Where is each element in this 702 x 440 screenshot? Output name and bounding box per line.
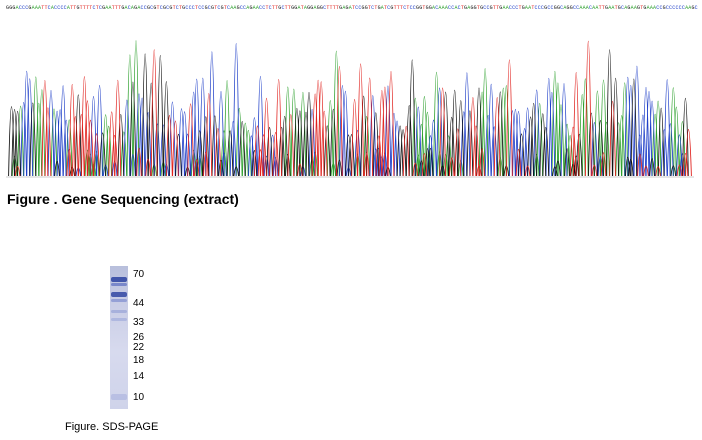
trace-peak bbox=[232, 43, 240, 177]
gel-band bbox=[111, 283, 127, 286]
gel-band bbox=[111, 318, 127, 321]
mw-marker-label: 26 bbox=[133, 331, 145, 343]
mw-marker-label: 70 bbox=[133, 269, 145, 280]
trace-peak bbox=[387, 71, 395, 177]
trace-peak bbox=[90, 96, 97, 177]
mw-marker-label: 44 bbox=[133, 298, 145, 310]
trace-peak bbox=[208, 51, 216, 177]
trace-peak bbox=[263, 98, 270, 177]
gel-band bbox=[111, 310, 127, 313]
trace-peak bbox=[257, 76, 264, 177]
figure-caption-gene-sequencing: Figure . Gene Sequencing (extract) bbox=[7, 191, 239, 207]
mw-marker-label: 22 bbox=[133, 342, 145, 354]
gel-band bbox=[111, 292, 127, 297]
trace-peak bbox=[506, 59, 513, 177]
trace-peak bbox=[487, 83, 495, 177]
base-call-sequence: GGGACCCGAAATTCACCCCATTGTTTTCTCGAATTTGACA… bbox=[6, 5, 698, 11]
mw-marker-label: 10 bbox=[133, 392, 145, 403]
sds-page-gel-lane bbox=[110, 266, 128, 409]
trace-peak bbox=[114, 80, 122, 177]
trace-peak bbox=[96, 84, 103, 177]
mw-marker-label: 14 bbox=[133, 370, 145, 382]
mw-marker-label: 18 bbox=[133, 354, 145, 366]
trace-A bbox=[11, 40, 686, 177]
figure-caption-sds-page: Figure. SDS-PAGE bbox=[65, 421, 159, 433]
trace-peak bbox=[156, 54, 164, 177]
trace-peak bbox=[572, 72, 580, 177]
sequencing-chromatogram bbox=[6, 40, 694, 178]
trace-peak bbox=[463, 72, 471, 177]
trace-peak bbox=[408, 59, 416, 177]
trace-peak bbox=[351, 99, 358, 177]
trace-peak bbox=[141, 53, 149, 177]
mw-marker-label: 33 bbox=[133, 316, 145, 328]
gel-band bbox=[111, 277, 127, 282]
trace-peak bbox=[366, 77, 374, 177]
gel-band bbox=[111, 394, 127, 400]
gel-band bbox=[111, 299, 127, 302]
trace-peak bbox=[150, 49, 158, 177]
